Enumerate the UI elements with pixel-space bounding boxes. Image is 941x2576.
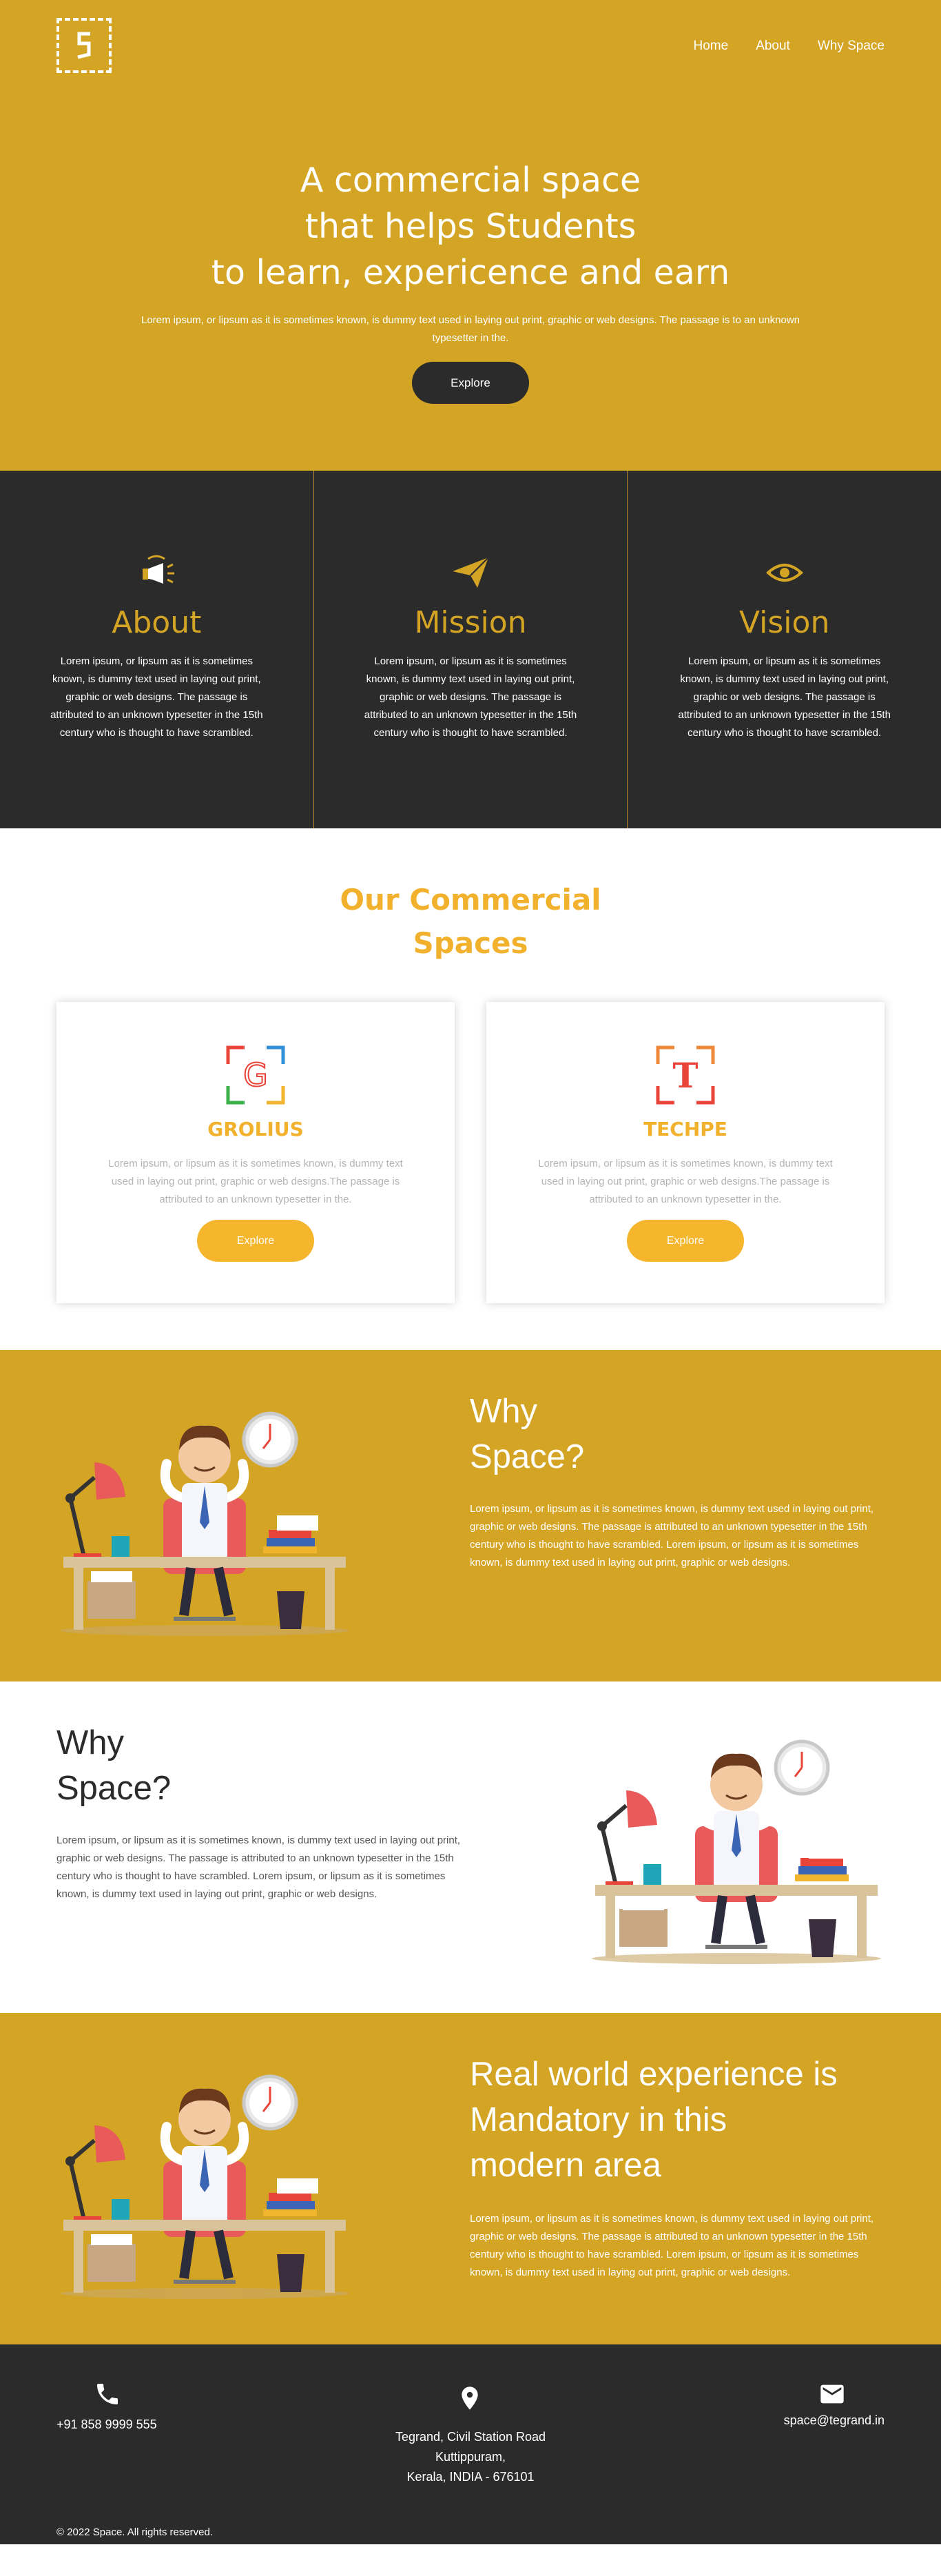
office-worker-illustration (60, 1411, 349, 1636)
real-world-text: Lorem ipsum, or lipsum as it is sometime… (470, 2213, 874, 2278)
footer-address: Tegrand, Civil Station Road Kuttippuram,… (367, 2427, 574, 2487)
space-card-grolius: G GROLIUS Lorem ipsum, or lipsum as it i… (56, 1002, 455, 1303)
main-nav: Home About Why Space (694, 39, 885, 54)
spaces-title-line: Our Commercial (340, 883, 601, 917)
real-title-line: modern area (470, 2147, 661, 2184)
why-title: Why Space? (470, 1389, 584, 1480)
feature-text: Lorem ipsum, or lipsum as it is sometime… (364, 655, 577, 739)
feature-text: Lorem ipsum, or lipsum as it is sometime… (50, 655, 263, 739)
techpe-logo-icon: T (656, 1045, 715, 1105)
real-world-section: Real world experience is Mandatory in th… (0, 2013, 941, 2344)
why-text: Lorem ipsum, or lipsum as it is sometime… (56, 1834, 461, 1900)
feature-vision: Vision Lorem ipsum, or lipsum as it is s… (627, 471, 941, 828)
hero-title-line: to learn, expericence and earn (211, 253, 730, 292)
mail-icon (820, 2384, 844, 2404)
spaces-title-line: Spaces (413, 926, 528, 960)
nav-home[interactable]: Home (694, 39, 729, 54)
spaces-title: Our Commercial Spaces (0, 878, 941, 965)
address-line: Kerala, INDIA - 676101 (406, 2470, 535, 2484)
nav-about[interactable]: About (756, 39, 790, 54)
nav-why-space[interactable]: Why Space (818, 39, 885, 54)
hero-explore-button[interactable]: Explore (412, 362, 529, 404)
footer: +91 858 9999 555 Tegrand, Civil Station … (0, 2344, 941, 2544)
commercial-spaces-section: Our Commercial Spaces G GROLIUS Lorem ip… (0, 828, 941, 1350)
why-title-line: Why (470, 1393, 537, 1430)
phone-icon (97, 2384, 118, 2404)
illustration-container (588, 1709, 885, 1985)
grolius-logo-icon: G (226, 1045, 285, 1105)
why-space-section-1: Why Space? Lorem ipsum, or lipsum as it … (0, 1350, 941, 1681)
address-line: Tegrand, Civil Station Road (395, 2430, 546, 2444)
copyright: © 2022 Space. All rights reserved. (56, 2526, 214, 2538)
real-title-line: Mandatory in this (470, 2101, 727, 2138)
grolius-explore-button[interactable]: Explore (197, 1220, 314, 1262)
feature-text: Lorem ipsum, or lipsum as it is sometime… (678, 655, 891, 739)
card-text: Lorem ipsum, or lipsum as it is sometime… (538, 1158, 833, 1205)
svg-text:G: G (243, 1056, 268, 1094)
illustration-container (56, 1381, 353, 1657)
address-line: Kuttippuram, (435, 2450, 506, 2464)
paper-plane-icon (453, 557, 489, 588)
hero-subtitle: Lorem ipsum, or lipsum as it is sometime… (141, 314, 800, 344)
footer-email[interactable]: space@tegrand.in (758, 2411, 885, 2431)
why-title: Why Space? (56, 1720, 171, 1811)
feature-title: About (112, 605, 202, 640)
megaphone-icon (143, 555, 175, 584)
card-name: GROLIUS (207, 1118, 304, 1141)
why-title-line: Space? (470, 1438, 585, 1475)
feature-title: Vision (739, 605, 830, 640)
hero-title: A commercial space that helps Students t… (0, 157, 941, 296)
feature-about: About Lorem ipsum, or lipsum as it is so… (0, 471, 313, 828)
feature-title: Mission (414, 605, 527, 640)
office-worker-illustration (592, 1739, 881, 1964)
illustration-container (56, 2044, 353, 2320)
hero-title-line: that helps Students (304, 207, 637, 246)
why-title-line: Why (56, 1724, 124, 1761)
features-section: About Lorem ipsum, or lipsum as it is so… (0, 471, 941, 828)
why-title-line: Space? (56, 1770, 172, 1807)
real-title-line: Real world experience is (470, 2056, 838, 2093)
card-text: Lorem ipsum, or lipsum as it is sometime… (108, 1158, 403, 1205)
location-pin-icon (462, 2386, 478, 2410)
svg-text:T: T (672, 1055, 698, 1096)
hero-title-line: A commercial space (300, 161, 641, 200)
logo-s-icon (77, 32, 91, 59)
site-logo[interactable] (56, 18, 112, 73)
why-space-section-2: Why Space? Lorem ipsum, or lipsum as it … (0, 1681, 941, 2013)
feature-mission: Mission Lorem ipsum, or lipsum as it is … (313, 471, 628, 828)
card-name: TECHPE (643, 1118, 727, 1141)
why-text: Lorem ipsum, or lipsum as it is sometime… (470, 1503, 874, 1568)
eye-icon (765, 564, 803, 582)
office-worker-illustration (60, 2074, 349, 2299)
hero-section: Home About Why Space A commercial space … (0, 0, 941, 471)
space-card-techpe: T TECHPE Lorem ipsum, or lipsum as it is… (486, 1002, 885, 1303)
techpe-explore-button[interactable]: Explore (627, 1220, 744, 1262)
real-world-title: Real world experience is Mandatory in th… (470, 2052, 838, 2188)
footer-phone[interactable]: +91 858 9999 555 (56, 2415, 157, 2435)
